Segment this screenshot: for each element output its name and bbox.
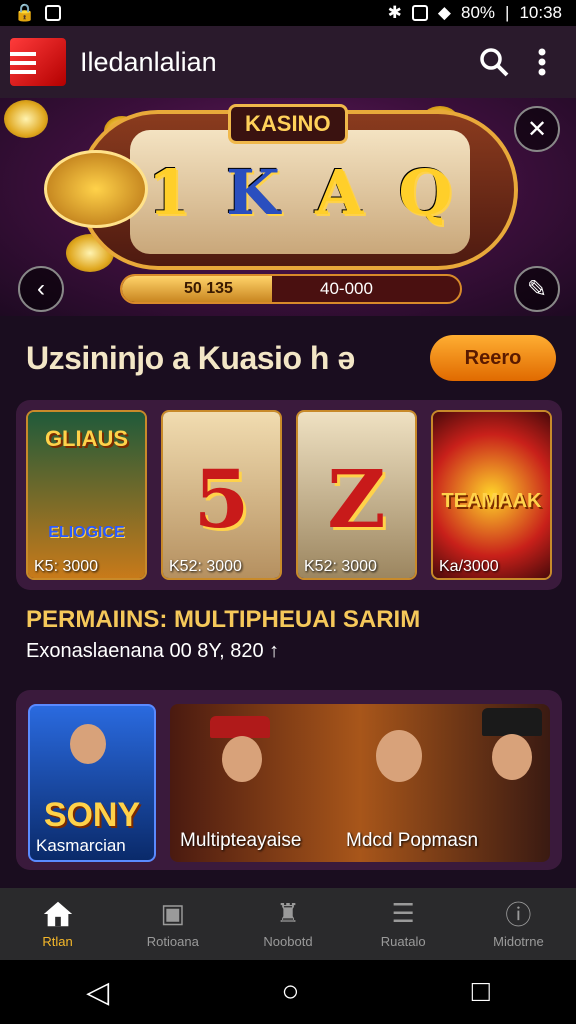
hat-shape <box>210 716 270 738</box>
nav-home[interactable]: Rtlan <box>0 888 115 960</box>
close-icon[interactable]: ✕ <box>514 106 560 152</box>
feature-right-label: Mdcd Popmasn <box>346 830 479 851</box>
feature-mid-label: Multipteayaise <box>180 830 302 851</box>
reels: 1 K A Q <box>130 130 470 254</box>
section-title: Uzsininjo a Kuasio h ə <box>26 339 355 376</box>
game-title: TEAMAAK <box>441 490 542 512</box>
coin-icon <box>4 100 48 138</box>
cards-icon: ▣ <box>160 898 186 928</box>
bottom-nav: Rtlan ▣ Rotioana ♜ Noobotd ☰ Ruatalo ⓘ M… <box>0 888 576 960</box>
nav-label: Noobotd <box>263 933 313 949</box>
feature-panel: SONY Kasmarcian Multipteayaise Mdcd Popm… <box>16 690 562 870</box>
back-icon[interactable]: ◁ <box>86 975 109 1010</box>
home-circle-icon[interactable]: ○ <box>281 975 299 1009</box>
edit-icon[interactable]: ✎ <box>514 266 560 312</box>
more-vert-icon[interactable] <box>518 38 566 86</box>
counter-left: 50 135 <box>122 276 272 302</box>
hero-counter: 50 135 40-000 <box>120 274 462 304</box>
game-label: Ka/3000 <box>439 558 499 575</box>
nav-label: Midotrne <box>493 933 544 949</box>
nav-item[interactable]: ▣ Rotioana <box>115 888 230 960</box>
host-figure <box>376 730 422 782</box>
search-icon[interactable] <box>470 38 518 86</box>
battery-text: 80% <box>461 3 496 22</box>
home-icon <box>42 900 74 928</box>
player-figure <box>70 724 106 764</box>
app-bar: Iledanlalian <box>0 26 576 98</box>
wifi-icon: ◆ <box>437 3 451 22</box>
hero-banner[interactable]: 1 K A Q KASINO 50 135 40-000 ‹ ✕ ✎ <box>0 98 576 316</box>
status-separator: | <box>505 3 510 22</box>
game-card[interactable]: 5 K52: 3000 <box>161 410 282 580</box>
reel-symbol: K <box>225 155 280 229</box>
system-nav-bar: ◁ ○ □ <box>0 960 576 1024</box>
menu-icon[interactable] <box>10 38 66 86</box>
game-subtitle: ELIOGICE <box>48 524 125 541</box>
game-label: K52: 3000 <box>304 558 377 575</box>
game-label: K5: 3000 <box>34 558 99 575</box>
feature-card-left[interactable]: SONY Kasmarcian <box>28 704 156 862</box>
game-card[interactable]: GLIAUS ELIOGICE K5: 3000 <box>26 410 147 580</box>
nav-item[interactable]: ♜ Noobotd <box>230 888 345 960</box>
reero-button[interactable]: Reero <box>430 335 556 381</box>
host-figure <box>492 734 532 780</box>
info-subtitle: Exonaslaenana 00 8Y, 820 ↑ <box>26 640 280 662</box>
reel-symbol: Q <box>398 155 453 229</box>
kasino-sign: KASINO <box>228 104 348 144</box>
info-title: PERMAIINS: MULTIPHEUAI SARIM <box>26 606 421 633</box>
reel-symbol: 1 <box>147 155 191 229</box>
bluetooth-icon: ✱ <box>387 3 402 22</box>
list-icon: ☰ <box>391 898 415 928</box>
nav-item[interactable]: ☰ Ruatalo <box>346 888 461 960</box>
info-icon: ⓘ <box>505 900 532 930</box>
nav-label: Rotioana <box>146 933 199 949</box>
counter-right: 40-000 <box>320 279 373 298</box>
lock-icon: 🔒 <box>14 3 36 22</box>
feature-card-main[interactable]: Multipteayaise Mdcd Popmasn <box>170 704 550 862</box>
clock: 10:38 <box>519 3 562 22</box>
hat-shape <box>482 708 542 736</box>
game-label: K52: 3000 <box>169 558 242 575</box>
nav-item[interactable]: ⓘ Midotrne <box>461 888 576 960</box>
image-icon <box>45 5 62 21</box>
game-symbol: 5 <box>193 452 250 546</box>
castle-icon: ♜ <box>276 898 300 928</box>
section-header: Uzsininjo a Kuasio h ə Reero <box>26 330 556 386</box>
reel-symbol: A <box>315 155 364 229</box>
recents-icon[interactable]: □ <box>472 975 490 1009</box>
feature-left-title: SONY <box>43 796 141 834</box>
game-symbol: Z <box>327 452 386 546</box>
app-title: Iledanlalian <box>80 46 217 77</box>
games-panel: GLIAUS ELIOGICE K5: 3000 5 K52: 3000 Z K… <box>16 400 562 590</box>
game-title: GLIAUS <box>44 426 129 451</box>
nav-label: Ruatalo <box>380 933 426 949</box>
pharaoh-badge <box>44 150 148 228</box>
game-card[interactable]: TEAMAAK Ka/3000 <box>431 410 552 580</box>
feature-left-label: Kasmarcian <box>36 836 126 855</box>
nav-label: Rtlan <box>42 933 73 949</box>
game-card[interactable]: Z K52: 3000 <box>296 410 417 580</box>
status-bar: 🔒 ✱ ◆ 80% | 10:38 <box>0 0 576 26</box>
host-figure <box>222 736 262 782</box>
chevron-left-icon[interactable]: ‹ <box>18 266 64 312</box>
vibrate-icon <box>411 5 428 21</box>
